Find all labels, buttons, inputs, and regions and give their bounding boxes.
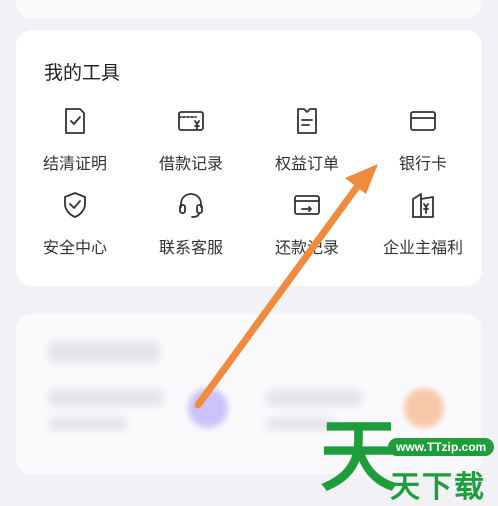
blurred-line: [48, 390, 164, 406]
tool-settlement-proof[interactable]: 结清证明: [20, 106, 130, 174]
tool-business-welfare[interactable]: 企业主福利: [368, 190, 478, 258]
site-watermark: 天 www.TTzip.com 天下载: [320, 418, 498, 505]
tool-label: 联系客服: [158, 238, 223, 257]
settlement-proof-icon: [60, 106, 90, 136]
tool-benefit-order[interactable]: 权益订单: [252, 106, 362, 174]
blurred-line: [266, 390, 362, 406]
blurred-avatar: [188, 388, 228, 428]
tool-label: 企业主福利: [382, 238, 463, 257]
security-shield-icon: [60, 190, 90, 220]
tool-bank-card[interactable]: 银行卡: [368, 106, 478, 174]
top-card: [16, 0, 482, 18]
tool-security-center[interactable]: 安全中心: [20, 190, 130, 258]
benefit-order-icon: [292, 106, 322, 136]
tool-label: 银行卡: [398, 154, 447, 173]
tool-contact-service[interactable]: 联系客服: [136, 190, 246, 258]
tool-repayment-record[interactable]: 还款记录: [252, 190, 362, 258]
business-welfare-icon: [408, 190, 438, 220]
blurred-avatar: [404, 388, 444, 428]
headset-icon: [176, 190, 206, 220]
tool-label: 结清证明: [42, 154, 107, 173]
my-tools-title: 我的工具: [44, 62, 121, 84]
blurred-title: [48, 342, 160, 362]
watermark-url: www.TTzip.com: [388, 438, 495, 456]
loan-record-icon: [176, 106, 206, 136]
my-tools-card: 我的工具 结清证明 借款记录 权益订单 银行卡 安全中心 联系客服 还款记录 企…: [16, 30, 482, 286]
tool-label: 权益订单: [274, 154, 339, 173]
tool-label: 还款记录: [274, 238, 339, 257]
watermark-logo: 天: [320, 412, 399, 502]
bank-card-icon: [408, 106, 438, 136]
blurred-line: [48, 418, 128, 430]
tool-label: 借款记录: [158, 154, 223, 173]
tool-label: 安全中心: [42, 238, 107, 257]
repayment-record-icon: [292, 190, 322, 220]
tool-loan-record[interactable]: 借款记录: [136, 106, 246, 174]
watermark-text: 天下载: [390, 470, 486, 505]
